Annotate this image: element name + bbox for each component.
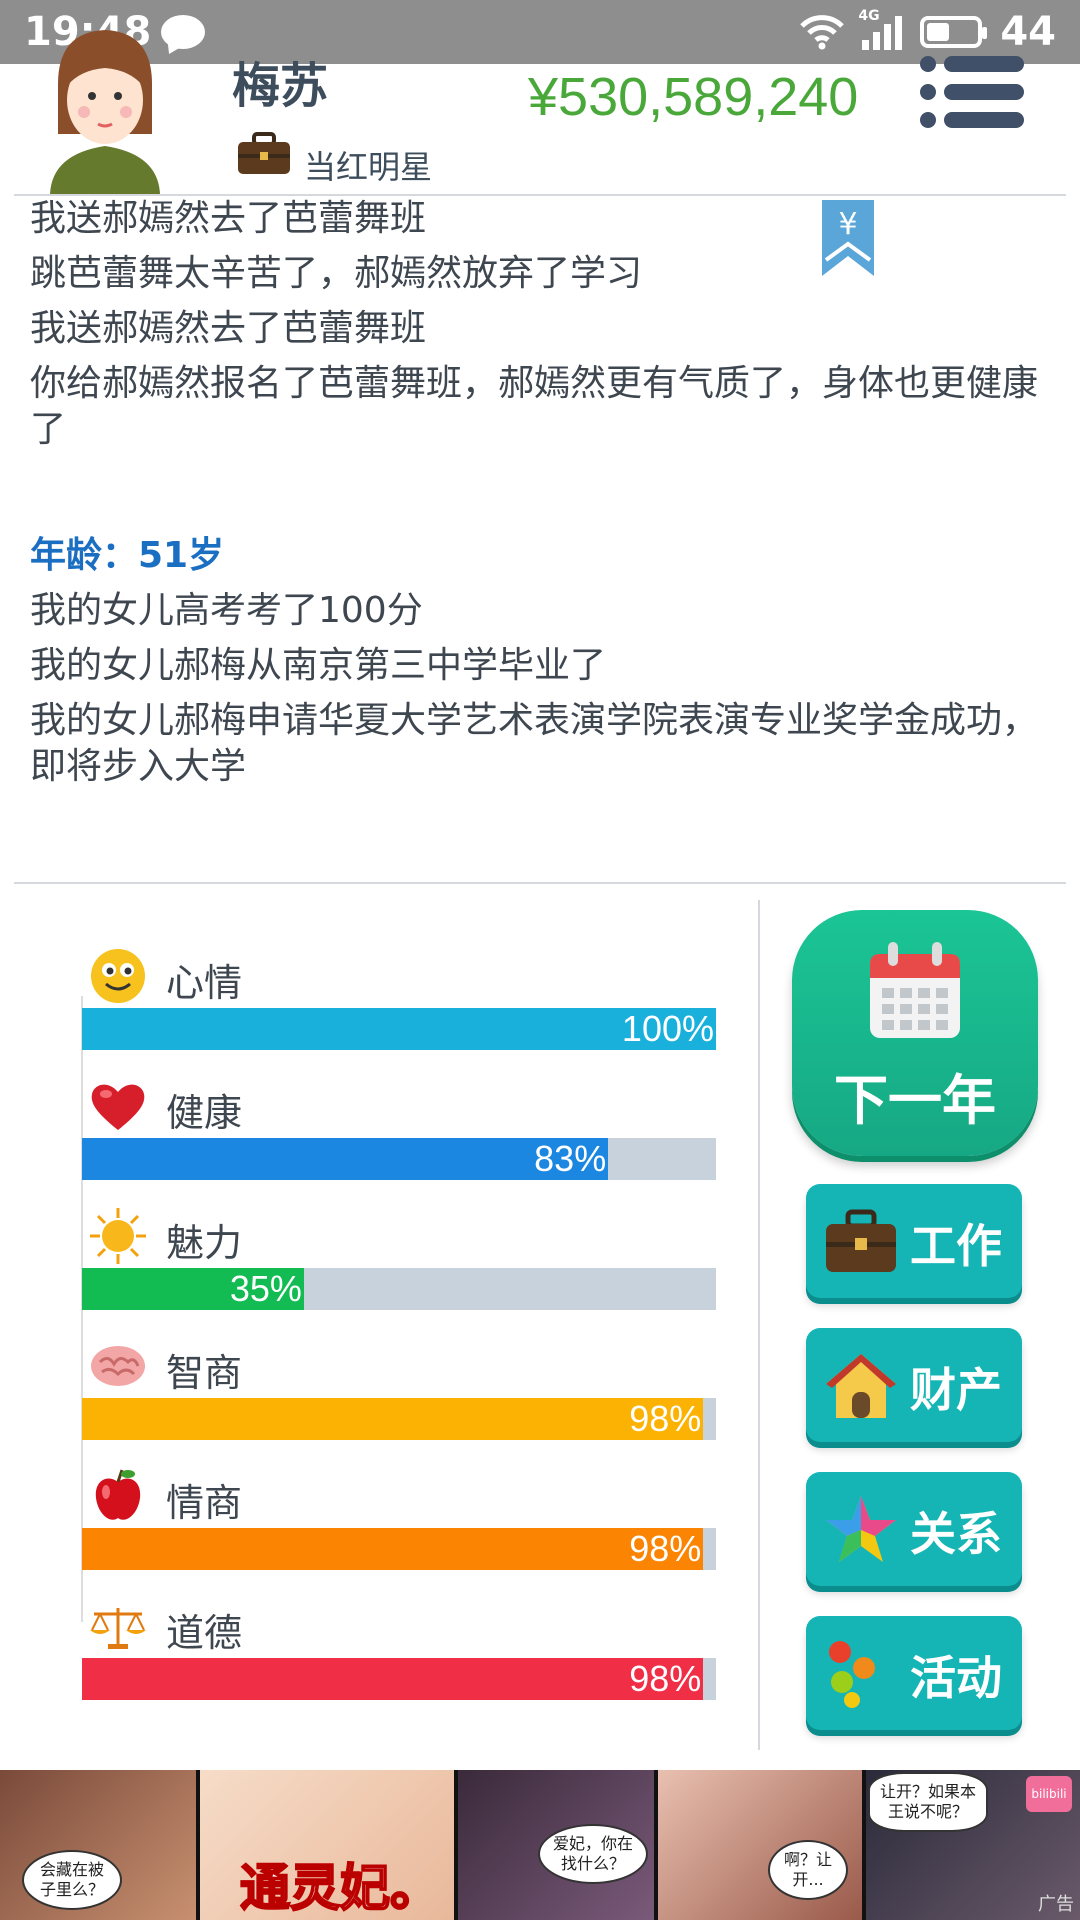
ad-speech-bubble: 爱妃，你在找什么？ (538, 1824, 648, 1884)
ad-banner[interactable]: 会藏在被子里么？ 通灵妃。 爱妃，你在找什么？ 啊？让开... 让开？如果本王说… (0, 1770, 1080, 1920)
star-icon (826, 1496, 896, 1562)
stat-health: 健康 83% (82, 1076, 716, 1186)
relations-label: 关系 (910, 1507, 1002, 1561)
ad-speech-bubble: 让开？如果本王说不呢？ (868, 1772, 988, 1832)
ad-speech-bubble: 啊？让开... (768, 1840, 848, 1900)
stat-charm: 魅力 35% (82, 1206, 716, 1316)
ad-speech-bubble: 会藏在被子里么？ (22, 1850, 122, 1910)
ad-panel: 会藏在被子里么？ (0, 1770, 200, 1920)
ad-brand-logo: bilibili (1026, 1776, 1072, 1812)
stat-bar-track: 98% (82, 1528, 716, 1570)
stat-label: 道德 (166, 1611, 243, 1655)
log-entry: 你给郝嫣然报名了芭蕾舞班，郝嫣然更有气质了，身体也更健康了 (30, 363, 1039, 450)
briefcase-icon (238, 132, 290, 174)
stat-bar-track: 35% (82, 1268, 716, 1310)
stat-bar-track: 98% (82, 1658, 716, 1700)
log-age-heading: 年龄：51岁 (30, 535, 225, 576)
stat-iq: 智商 98% (82, 1336, 716, 1446)
calendar-icon (870, 942, 960, 1038)
stat-morality: 道德 98% (82, 1596, 716, 1706)
sun-icon (90, 1208, 146, 1264)
next-year-label: 下一年 (834, 1069, 996, 1132)
money-balance: ¥530,589,240 (528, 67, 859, 127)
stat-value: 35% (229, 1268, 302, 1309)
brain-icon (91, 1346, 145, 1386)
stat-value: 83% (534, 1138, 607, 1179)
log-entry: 我的女儿郝梅申请华夏大学艺术表演学院表演专业奖学金成功，即将步入大学 (30, 700, 1039, 787)
ad-panel: 啊？让开... (658, 1770, 866, 1920)
ad-panel: 通灵妃。 (200, 1770, 458, 1920)
stat-bar-fill: 83% (82, 1138, 609, 1180)
property-label: 财产 (910, 1363, 1002, 1417)
stats-panel: 心情 100% 健康 83% 魅力 35% 智商 98% 情商 98% 道德 9… (0, 886, 760, 1746)
ad-panel: 让开？如果本王说不呢？ bilibili 广告 (866, 1770, 1080, 1920)
stat-bar-fill: 98% (82, 1658, 704, 1700)
log-entry: 跳芭蕾舞太辛苦了，郝嫣然放弃了学习 (30, 253, 643, 294)
network-type: 4G (858, 8, 880, 24)
next-year-button[interactable]: 下一年 (792, 910, 1038, 1156)
work-label: 工作 (910, 1219, 1002, 1273)
apple-icon (95, 1469, 141, 1520)
relations-button[interactable]: 关系 (806, 1472, 1022, 1586)
briefcase-icon (826, 1209, 896, 1272)
log-entry: 我送郝嫣然去了芭蕾舞班 (30, 198, 427, 239)
activities-dots-icon (829, 1641, 875, 1708)
stat-label: 情商 (166, 1481, 243, 1525)
activities-button[interactable]: 活动 (806, 1616, 1022, 1730)
battery-level: 44 (1000, 9, 1056, 55)
work-button[interactable]: 工作 (806, 1184, 1022, 1298)
scales-icon (90, 1608, 146, 1649)
log-entry: 我的女儿郝梅从南京第三中学毕业了 (30, 645, 607, 686)
job-title: 当红明星 (304, 148, 433, 186)
house-icon (826, 1354, 896, 1418)
stat-value: 98% (629, 1528, 702, 1569)
property-button[interactable]: 财产 (806, 1328, 1022, 1442)
log-entry: 我送郝嫣然去了芭蕾舞班 (30, 308, 427, 349)
stat-label: 健康 (166, 1091, 243, 1135)
stat-bar-fill: 35% (82, 1268, 304, 1310)
stat-bar-fill: 100% (82, 1008, 716, 1050)
menu-icon[interactable] (920, 56, 1024, 136)
stat-eq: 情商 98% (82, 1466, 716, 1576)
log-entry: 我的女儿高考考了100分 (30, 590, 423, 631)
player-name: 梅苏 (232, 58, 329, 114)
stat-value: 98% (629, 1398, 702, 1439)
cell-signal-icon: 4G (858, 8, 903, 50)
battery-icon (920, 16, 988, 48)
stat-bar-track: 98% (82, 1398, 716, 1440)
stat-label: 魅力 (166, 1221, 243, 1265)
stat-label: 心情 (166, 961, 243, 1005)
ad-logo: 通灵妃。 (239, 1858, 441, 1918)
smiley-icon (91, 949, 145, 1003)
stat-label: 智商 (166, 1351, 243, 1395)
bookmark-symbol: ¥ (838, 207, 857, 242)
stat-value: 98% (629, 1658, 702, 1699)
stat-value: 100% (621, 1008, 714, 1049)
player-header: 梅苏 当红明星 ¥530,589,240 (0, 30, 1080, 196)
log-divider (14, 882, 1066, 884)
stat-bar-fill: 98% (82, 1398, 704, 1440)
life-event-log[interactable]: 我送郝嫣然去了芭蕾舞班 跳芭蕾舞太辛苦了，郝嫣然放弃了学习 我送郝嫣然去了芭蕾舞… (30, 196, 1040, 880)
heart-icon (91, 1084, 145, 1130)
stat-bar-track: 83% (82, 1138, 716, 1180)
ad-label: 广告 (1038, 1894, 1074, 1915)
ad-panel: 爱妃，你在找什么？ (458, 1770, 658, 1920)
wifi-icon (800, 15, 845, 50)
stat-mood: 心情 100% (82, 946, 716, 1056)
bookmark-yen-icon[interactable]: ¥ (822, 200, 874, 276)
app-screen: { "status_bar": { "time": "19:48", "netw… (0, 0, 1080, 1920)
stat-bar-track: 100% (82, 1008, 716, 1050)
avatar[interactable] (40, 14, 170, 194)
panel-separator (758, 900, 760, 1750)
activities-label: 活动 (910, 1651, 1002, 1705)
stat-bar-fill: 98% (82, 1528, 704, 1570)
